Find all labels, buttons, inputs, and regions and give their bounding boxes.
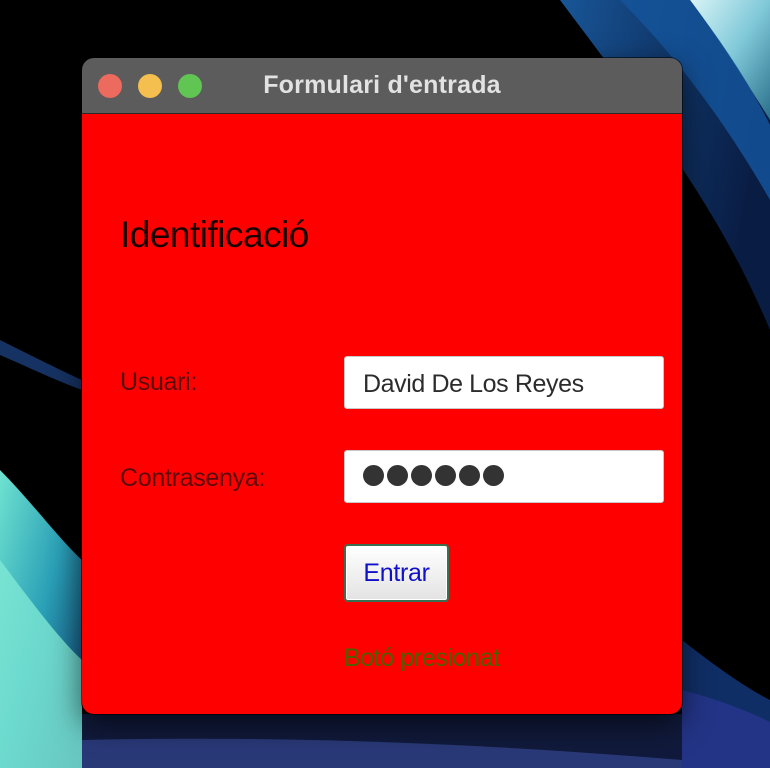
password-input[interactable] — [344, 450, 664, 503]
password-label: Contrasenya: — [120, 464, 266, 492]
password-mask — [363, 465, 504, 486]
window-titlebar[interactable]: Formulari d'entrada — [82, 58, 682, 114]
submit-button[interactable]: Entrar — [344, 544, 449, 602]
form-panel: Identificació Usuari: David De Los Reyes… — [82, 114, 682, 714]
password-mask-dot — [435, 465, 456, 486]
password-mask-dot — [483, 465, 504, 486]
user-label: Usuari: — [120, 368, 198, 396]
status-message: Botó presionat — [344, 644, 500, 672]
window-title: Formulari d'entrada — [263, 71, 501, 99]
user-input-value: David De Los Reyes — [363, 370, 584, 398]
password-mask-dot — [459, 465, 480, 486]
submit-button-label: Entrar — [363, 559, 430, 587]
password-mask-dot — [387, 465, 408, 486]
login-window: Formulari d'entrada Identificació Usuari… — [82, 58, 682, 714]
password-mask-dot — [411, 465, 432, 486]
form-heading: Identificació — [120, 214, 309, 255]
password-mask-dot — [363, 465, 384, 486]
user-input[interactable]: David De Los Reyes — [344, 356, 664, 409]
